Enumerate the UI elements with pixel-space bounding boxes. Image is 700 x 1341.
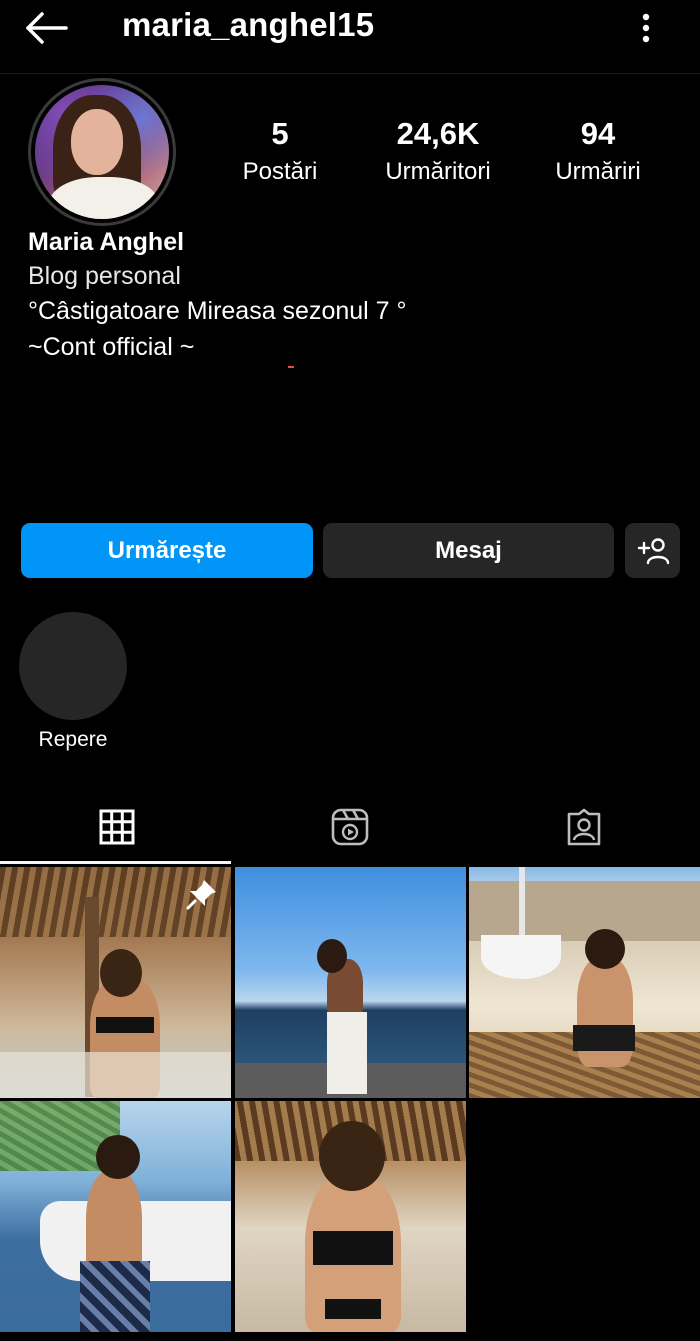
add-person-icon — [637, 537, 669, 564]
grid-icon — [99, 809, 134, 845]
profile-category: Blog personal — [28, 262, 181, 290]
profile-avatar[interactable] — [28, 78, 176, 226]
top-bar: maria_anghel15 — [0, 0, 700, 74]
pinned-icon — [186, 880, 216, 910]
highlight-circle[interactable] — [19, 612, 127, 720]
stat-followers-label: Urmăritori — [385, 158, 491, 185]
arrow-left-icon — [26, 12, 68, 44]
stat-following[interactable]: 94 Urmăriri — [540, 116, 656, 186]
post-thumbnail-1[interactable] — [0, 867, 231, 1098]
header-divider — [0, 73, 700, 74]
tab-tagged[interactable] — [467, 790, 700, 864]
profile-display-name: Maria Anghel — [28, 228, 185, 256]
stat-followers-value: 24,6K — [396, 116, 480, 151]
stat-posts-label: Postări — [242, 158, 318, 185]
bio-line-2: ~Cont official ~ — [28, 333, 195, 361]
post-thumbnail-4[interactable] — [0, 1101, 231, 1332]
post-thumbnail-5[interactable] — [235, 1101, 466, 1332]
bio-line-1: °Câstigatoare Mireasa sezonul 7 ° — [28, 297, 407, 325]
back-button[interactable] — [22, 10, 74, 46]
profile-tabs — [0, 790, 700, 864]
stat-posts[interactable]: 5 Postări — [225, 116, 335, 186]
tab-posts-grid[interactable] — [0, 790, 233, 864]
reels-icon — [331, 808, 368, 846]
highlight-label: Repere — [38, 728, 108, 751]
active-tab-indicator — [0, 861, 231, 864]
more-vertical-icon — [642, 13, 650, 43]
more-options-button[interactable] — [630, 8, 662, 48]
tagged-icon — [567, 808, 600, 846]
stat-followers[interactable]: 24,6K Urmăritori — [373, 116, 503, 186]
stat-following-value: 94 — [580, 116, 616, 151]
stat-posts-value: 5 — [271, 116, 289, 151]
message-button[interactable]: Mesaj — [323, 523, 614, 578]
profile-username: maria_anghel15 — [122, 6, 375, 43]
avatar-photo — [35, 85, 169, 219]
suggested-people-button[interactable] — [625, 523, 680, 578]
follow-button[interactable]: Urmărește — [21, 523, 313, 578]
decorative-mark — [288, 366, 294, 368]
tab-reels[interactable] — [233, 790, 466, 864]
post-thumbnail-3[interactable] — [469, 867, 700, 1098]
stat-following-label: Urmăriri — [555, 158, 641, 185]
post-thumbnail-2[interactable] — [235, 867, 466, 1098]
